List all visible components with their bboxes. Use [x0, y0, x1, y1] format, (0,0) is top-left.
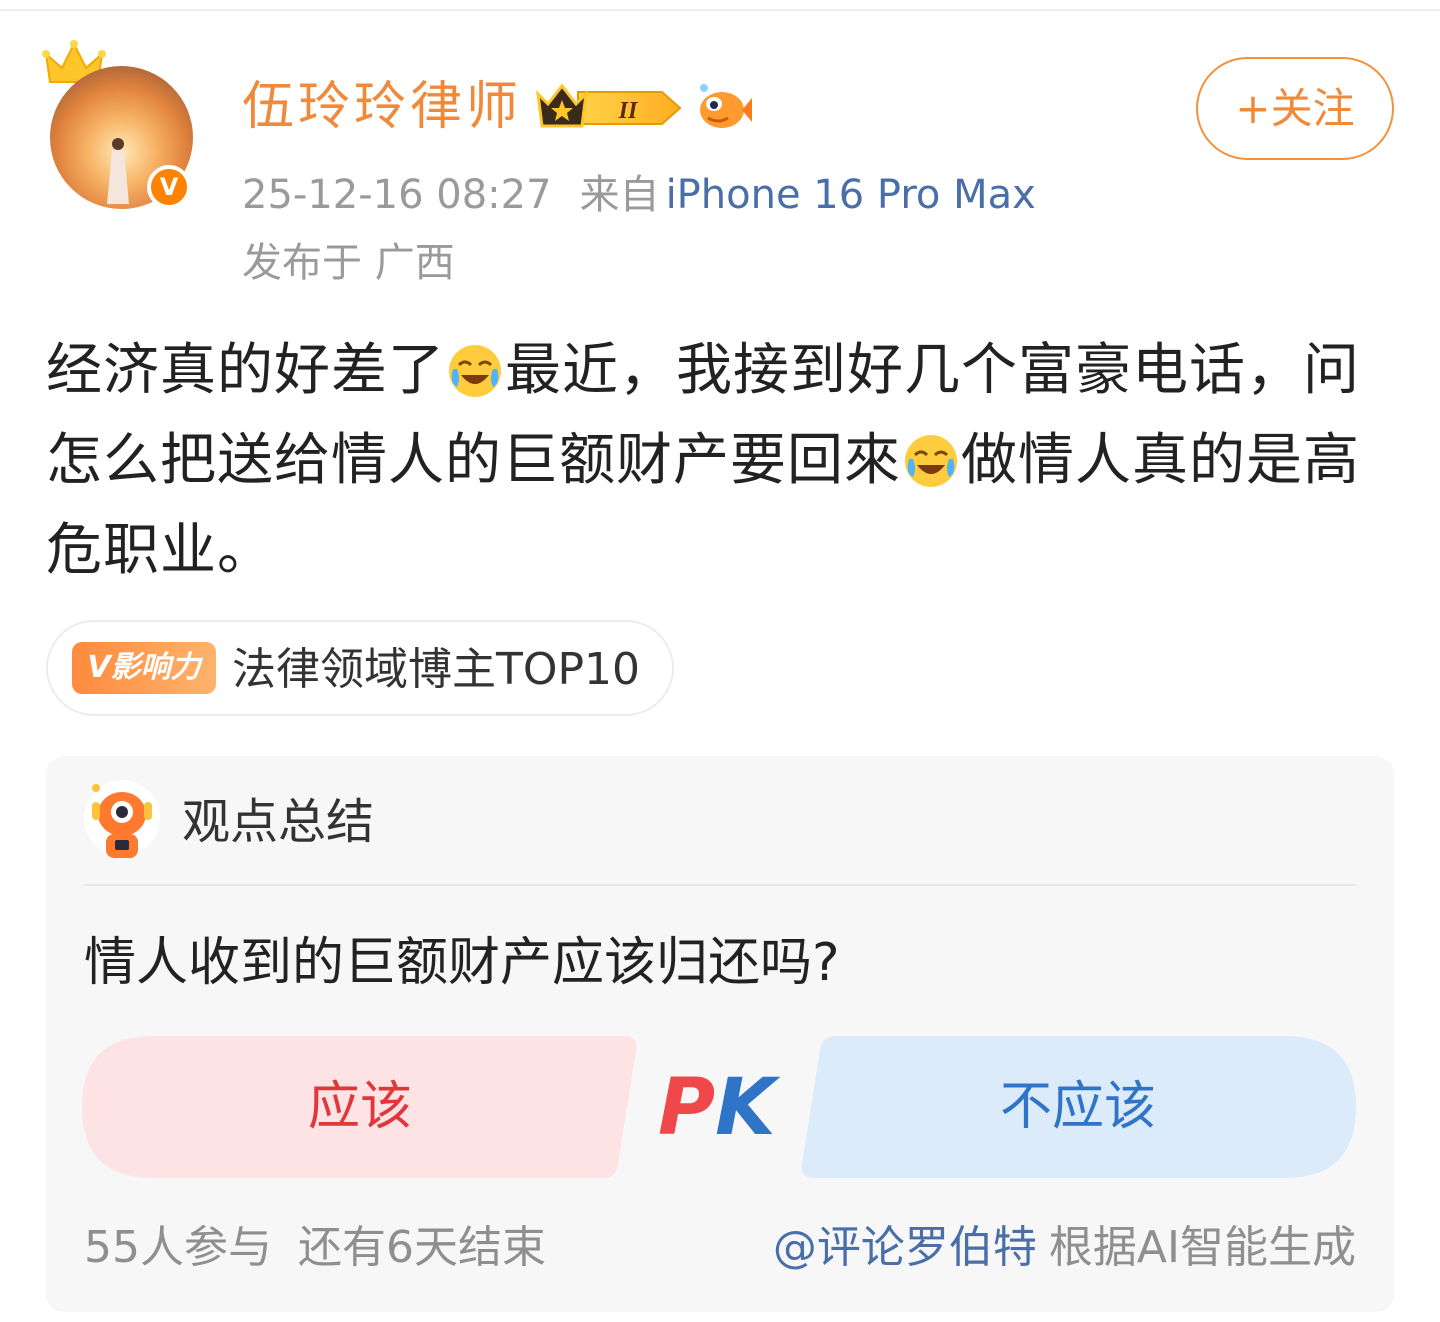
top-divider [0, 9, 1440, 11]
avatar-area[interactable]: V [40, 38, 205, 218]
post-location: 发布于 广西 [242, 240, 455, 286]
vote-yes-button[interactable]: 应该 [82, 1036, 638, 1178]
device-link[interactable]: iPhone 16 Pro Max [666, 172, 1036, 218]
influence-pill: V影响力 [72, 642, 216, 694]
vip-level-icon[interactable]: II [534, 80, 682, 136]
laugh-cry-emoji [449, 345, 501, 397]
pk-letter-k: K [715, 1063, 776, 1153]
influence-text: 法律领域博主TOP10 [232, 644, 641, 695]
participant-count: 55人参与 [84, 1222, 272, 1273]
laugh-cry-emoji [905, 435, 957, 487]
poll-question: 情人收到的巨额财产应该归还吗? [84, 933, 840, 993]
poll-ends: 还有6天结束 [298, 1222, 546, 1273]
source-prefix: 来自 [579, 172, 660, 218]
post-meta: 25-12-16 08:27 来自 iPhone 16 Pro Max [242, 168, 1036, 222]
author-name[interactable]: 伍玲玲律师 [242, 72, 522, 142]
svg-text:II: II [618, 98, 639, 124]
post-time: 25-12-16 08:27 [242, 172, 552, 218]
post-text-part: 经济真的好差了 [46, 338, 445, 403]
influence-tag[interactable]: V影响力 法律领域博主TOP10 [46, 620, 674, 716]
vote-no-button[interactable]: 不应该 [800, 1036, 1356, 1178]
avatar-figure [107, 138, 129, 204]
vote-yes-label: 应该 [307, 1077, 412, 1137]
pk-vote: 应该 PK 不应该 [82, 1036, 1356, 1178]
pk-letter-p: P [658, 1063, 716, 1153]
opinion-summary-card: 观点总结 情人收到的巨额财产应该归还吗? 应该 PK 不应该 55人参与 还有6天… [46, 756, 1394, 1312]
robot-icon [84, 780, 160, 858]
verified-icon: V [147, 165, 191, 209]
card-divider [84, 884, 1356, 886]
card-title: 观点总结 [182, 794, 375, 850]
poll-stats: 55人参与 还有6天结束 [84, 1218, 546, 1278]
post-text: 经济真的好差了 最近，我接到好几个富豪电话，问怎么把送给情人的巨额财产要回來 做… [46, 326, 1406, 596]
vote-no-label: 不应该 [999, 1077, 1156, 1137]
pk-icon: PK [658, 1060, 780, 1156]
fish-icon [700, 84, 752, 128]
ai-generated-note: 根据AI智能生成 [1048, 1222, 1356, 1273]
mention-link[interactable]: @评论罗伯特 [773, 1222, 1037, 1273]
ai-source: @评论罗伯特 根据AI智能生成 [773, 1218, 1356, 1278]
follow-button[interactable]: +关注 [1196, 57, 1394, 160]
